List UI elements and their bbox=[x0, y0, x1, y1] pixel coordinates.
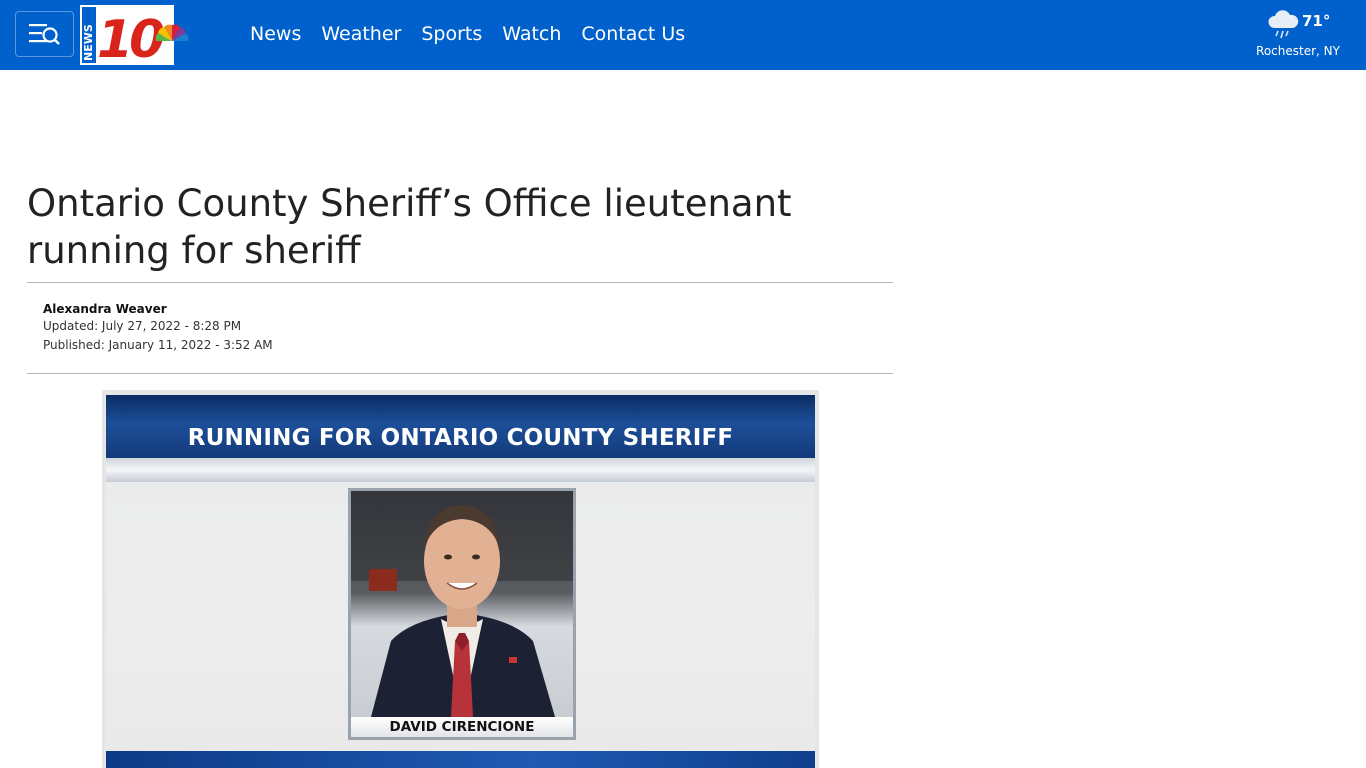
weather-widget[interactable]: 71° Rochester, NY bbox=[1250, 6, 1346, 62]
article-hero-image[interactable]: RUNNING FOR ONTARIO COUNTY SHERIFF DAVID… bbox=[102, 390, 819, 768]
nav-weather[interactable]: Weather bbox=[311, 0, 411, 68]
hero-bottom-band bbox=[106, 751, 815, 768]
portrait-photo bbox=[351, 491, 573, 717]
portrait-frame: DAVID CIRENCIONE bbox=[348, 488, 576, 740]
weather-location: Rochester, NY bbox=[1256, 44, 1340, 58]
article-headline: Ontario County Sheriff’s Office lieutena… bbox=[27, 182, 792, 272]
hero-banner-text: RUNNING FOR ONTARIO COUNTY SHERIFF bbox=[187, 425, 734, 451]
updated-date: Updated: July 27, 2022 - 8:28 PM bbox=[43, 319, 242, 333]
menu-button[interactable] bbox=[15, 11, 74, 57]
hero-banner: RUNNING FOR ONTARIO COUNTY SHERIFF bbox=[106, 395, 815, 458]
hero-silver-band bbox=[106, 458, 815, 482]
nav-news[interactable]: News bbox=[240, 0, 311, 68]
article-byline: Alexandra Weaver Updated: July 27, 2022 … bbox=[43, 301, 273, 355]
portrait-nameplate: DAVID CIRENCIONE bbox=[351, 717, 573, 737]
rain-cloud-icon bbox=[1268, 10, 1299, 39]
site-header: NEWS 10 News Weather Sports Watch Contac… bbox=[0, 0, 1366, 70]
hero-graphic: RUNNING FOR ONTARIO COUNTY SHERIFF DAVID… bbox=[106, 395, 815, 768]
site-logo[interactable]: NEWS 10 bbox=[80, 5, 190, 70]
main-nav: News Weather Sports Watch Contact Us bbox=[240, 0, 695, 68]
headline-divider bbox=[27, 282, 893, 283]
weather-temperature: 71° bbox=[1302, 12, 1331, 30]
nav-sports[interactable]: Sports bbox=[411, 0, 492, 68]
nav-contact-us[interactable]: Contact Us bbox=[571, 0, 695, 68]
author-name[interactable]: Alexandra Weaver bbox=[43, 301, 273, 317]
published-date: Published: January 11, 2022 - 3:52 AM bbox=[43, 338, 273, 352]
nav-watch[interactable]: Watch bbox=[492, 0, 571, 68]
svg-text:10: 10 bbox=[97, 10, 164, 65]
byline-divider bbox=[27, 373, 893, 374]
menu-search-icon bbox=[28, 24, 60, 45]
svg-text:NEWS: NEWS bbox=[82, 24, 95, 61]
